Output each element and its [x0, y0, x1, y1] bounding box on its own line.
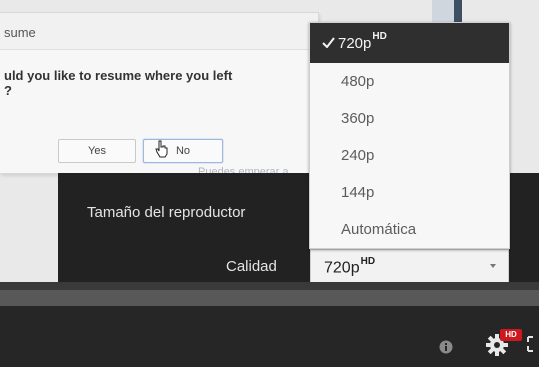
quality-option-720p[interactable]: 720pHD: [310, 23, 509, 63]
resume-question: uld you like to resume where you left: [4, 68, 233, 83]
hand-cursor-icon: [155, 140, 168, 158]
resume-dialog-header: sume: [0, 13, 318, 50]
yes-button[interactable]: Yes: [58, 139, 136, 163]
info-icon[interactable]: [439, 340, 453, 354]
quality-option-label: 480p: [341, 73, 375, 90]
chevron-down-icon: [490, 264, 496, 268]
quality-select[interactable]: 720pHD: [310, 249, 509, 285]
quality-option-label: 720pHD: [338, 31, 387, 52]
quality-option-label: 240p: [341, 147, 375, 164]
resume-question-end: ?: [4, 83, 12, 98]
quality-option-144p[interactable]: 144p: [310, 174, 509, 211]
quality-select-value: 720pHD: [324, 256, 376, 277]
quality-option-480p[interactable]: 480p: [310, 63, 509, 100]
progress-bar[interactable]: [0, 282, 539, 290]
quality-option-360p[interactable]: 360p: [310, 100, 509, 137]
hd-badge: HD: [500, 329, 522, 341]
resume-dialog-title: sume: [4, 25, 36, 40]
player-size-label: Tamaño del reproductor: [87, 204, 246, 221]
quality-option-label: 360p: [341, 110, 375, 127]
hd-superscript: HD: [372, 31, 387, 42]
quality-option-label: 144p: [341, 184, 375, 201]
progress-gap: [0, 290, 539, 306]
fullscreen-icon[interactable]: [527, 336, 537, 352]
quality-option-auto[interactable]: Automática: [310, 211, 509, 248]
quality-option-label: Automática: [341, 221, 417, 238]
quality-option-240p[interactable]: 240p: [310, 137, 509, 174]
hd-superscript: HD: [360, 256, 376, 267]
control-bar: [0, 306, 539, 367]
quality-menu: 720pHD 480p 360p 240p 144p Automática: [309, 22, 510, 249]
check-icon: [322, 37, 335, 48]
quality-label: Calidad: [226, 258, 277, 275]
